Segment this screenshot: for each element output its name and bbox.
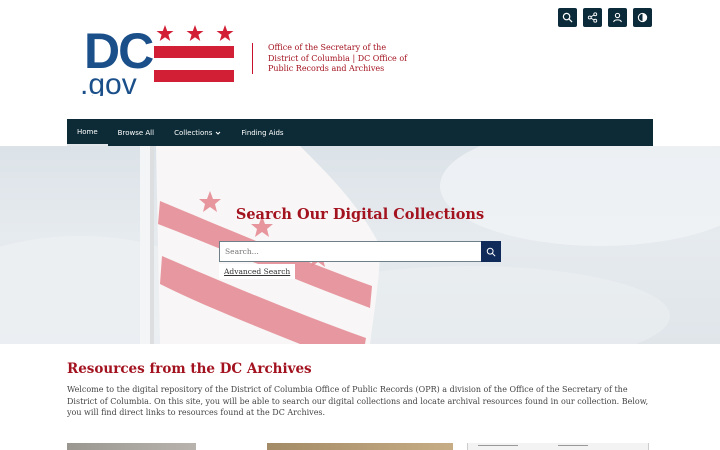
user-icon	[613, 12, 622, 23]
nav-item-finding-aids[interactable]: Finding Aids	[231, 119, 293, 146]
resource-thumbnail-document[interactable]	[467, 443, 649, 450]
search-bar	[219, 241, 501, 262]
contrast-button[interactable]	[633, 8, 652, 27]
resources-title: Resources from the DC Archives	[67, 361, 312, 377]
nav-item-home[interactable]: Home	[67, 119, 108, 146]
header-divider	[252, 43, 253, 74]
chevron-down-icon	[216, 131, 221, 135]
logo-gov-text: .gov	[80, 68, 137, 96]
share-icon	[587, 12, 598, 23]
share-button[interactable]	[583, 8, 602, 27]
account-button[interactable]	[608, 8, 627, 27]
contrast-icon	[637, 12, 648, 23]
resource-thumbnail-image[interactable]	[267, 443, 453, 450]
hero-title: Search Our Digital Collections	[235, 206, 485, 223]
search-icon	[562, 12, 573, 23]
nav-item-label: Home	[77, 127, 98, 136]
search-icon	[486, 247, 496, 257]
office-name: Office of the Secretary of the District …	[268, 43, 408, 73]
resource-thumbnails	[67, 443, 653, 450]
main-nav: Home Browse All Collections Finding Aids	[67, 119, 653, 146]
advanced-search-link[interactable]: Advanced Search	[219, 264, 296, 279]
dc-gov-logo[interactable]: DC .gov	[80, 22, 236, 96]
hero-banner: Search Our Digital Collections Advanced …	[0, 146, 720, 344]
nav-item-label: Finding Aids	[241, 128, 284, 137]
utility-toolbar	[558, 8, 652, 27]
search-button[interactable]	[558, 8, 577, 27]
search-input[interactable]	[219, 241, 481, 262]
site-header: DC .gov Office of the Secretary of the D…	[0, 0, 720, 119]
resources-description: Welcome to the digital repository of the…	[67, 385, 649, 417]
search-submit-button[interactable]	[481, 241, 501, 262]
nav-item-browse-all[interactable]: Browse All	[108, 119, 164, 146]
nav-item-label: Browse All	[117, 128, 155, 137]
resource-thumbnail-image[interactable]	[67, 443, 196, 450]
nav-item-label: Collections	[174, 128, 213, 137]
nav-item-collections[interactable]: Collections	[164, 119, 231, 146]
